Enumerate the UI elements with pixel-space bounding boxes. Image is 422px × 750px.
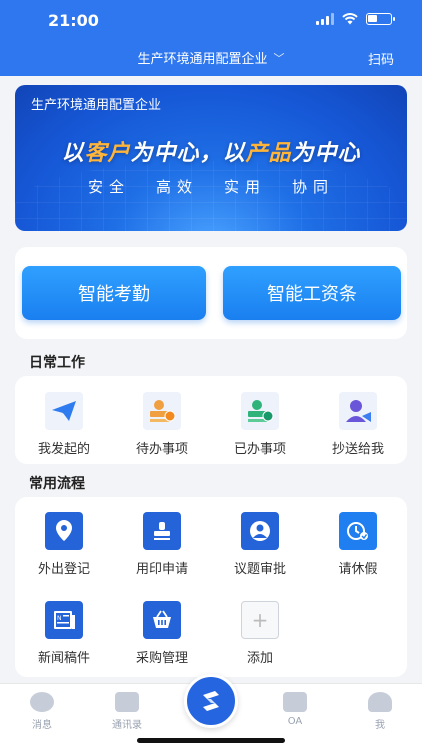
outing-registration-item[interactable]: 外出登记 [15,512,113,577]
scan-button[interactable]: 扫码 [368,49,394,68]
chevron-down-icon: ﹀ [273,51,285,65]
item-label: 议题审批 [233,562,286,577]
pending-stamp-icon [143,392,181,430]
banner-org-name: 生产环境通用配置企业 [31,98,162,113]
org-switcher[interactable]: 生产环境通用配置企业 ﹀ [0,48,422,68]
my-initiated-item[interactable]: 我发起的 [15,392,113,457]
banner-value: 协同 [292,178,335,196]
topic-approval-item[interactable]: 议题审批 [211,512,309,577]
slogan-text: 为中心，以 [130,141,246,166]
tab-messages[interactable]: 消息 [12,692,72,731]
svg-text:N: N [57,615,62,622]
status-icons [316,13,395,25]
item-label: 新闻稿件 [37,651,90,666]
daily-work-card: 我发起的 待办事项 已办事项 抄送给我 [15,376,407,464]
top-bar: 21:00 生产环境通用配置企业 ﹀ 扫码 [0,0,422,76]
banner-slogan: 以客户为中心，以产品为中心 [15,135,407,167]
oa-laptop-icon [283,692,307,712]
quick-actions-card: 智能考勤 智能工资条 [15,247,407,339]
location-pin-icon [45,512,83,550]
status-time: 21:00 [48,11,99,30]
banner-values: 安全 高效 实用 协同 [15,176,407,197]
slogan-text: 以 [61,141,85,166]
payslip-button[interactable]: 智能工资条 [223,266,401,320]
home-indicator [137,738,285,743]
org-name: 生产环境通用配置企业 [137,52,268,67]
item-label: 用印申请 [135,562,188,577]
pending-item[interactable]: 待办事项 [113,392,211,457]
banner-value: 高效 [155,178,198,196]
attendance-button[interactable]: 智能考勤 [22,266,206,320]
done-item[interactable]: 已办事项 [211,392,309,457]
done-stamp-icon [241,392,279,430]
contacts-book-icon [115,692,139,712]
leave-clock-icon [339,512,377,550]
tab-label: OA [287,716,303,727]
battery-icon [366,13,395,25]
tab-contacts[interactable]: 通讯录 [97,692,157,731]
banner-value: 安全 [87,178,130,196]
leave-request-item[interactable]: 请休假 [309,512,407,577]
user-profile-icon [368,692,392,712]
item-label: 请休假 [338,562,378,577]
item-label: 添加 [246,651,273,666]
item-label: 待办事项 [135,442,188,457]
tab-label: 我 [375,720,385,731]
workbench-center-button[interactable] [184,674,238,728]
slogan-highlight: 客户 [84,141,131,166]
banner-value: 实用 [224,178,267,196]
item-label: 抄送给我 [331,442,384,457]
paper-plane-icon [45,392,83,430]
tab-oa[interactable]: OA [265,692,325,727]
procurement-item[interactable]: 采购管理 [113,601,211,666]
banner[interactable]: 生产环境通用配置企业 以客户为中心，以产品为中心 安全 高效 实用 协同 [15,85,407,231]
cc-me-item[interactable]: 抄送给我 [309,392,407,457]
tab-me[interactable]: 我 [350,692,410,731]
app-logo-icon [203,691,219,711]
item-label: 我发起的 [37,442,90,457]
plus-icon: + [241,601,279,639]
user-approval-icon [241,512,279,550]
slogan-text: 为中心 [291,141,361,166]
cc-user-icon [339,392,377,430]
news-icon: N [45,601,83,639]
daily-work-title: 日常工作 [29,355,85,371]
common-flows-title: 常用流程 [29,476,85,492]
item-label: 采购管理 [135,651,188,666]
seal-icon [143,512,181,550]
signal-icon [316,13,334,25]
tab-label: 消息 [32,720,52,731]
slogan-highlight: 产品 [245,141,292,166]
common-flows-card: 外出登记 用印申请 议题审批 请休假 N 新闻稿件 采购管理 + 添加 [15,497,407,677]
seal-application-item[interactable]: 用印申请 [113,512,211,577]
add-flow-item[interactable]: + 添加 [211,601,309,666]
message-bubble-icon [30,692,54,712]
tab-label: 通讯录 [112,720,142,731]
news-item[interactable]: N 新闻稿件 [15,601,113,666]
item-label: 外出登记 [37,562,90,577]
wifi-icon [342,13,358,25]
item-label: 已办事项 [233,442,286,457]
basket-icon [143,601,181,639]
